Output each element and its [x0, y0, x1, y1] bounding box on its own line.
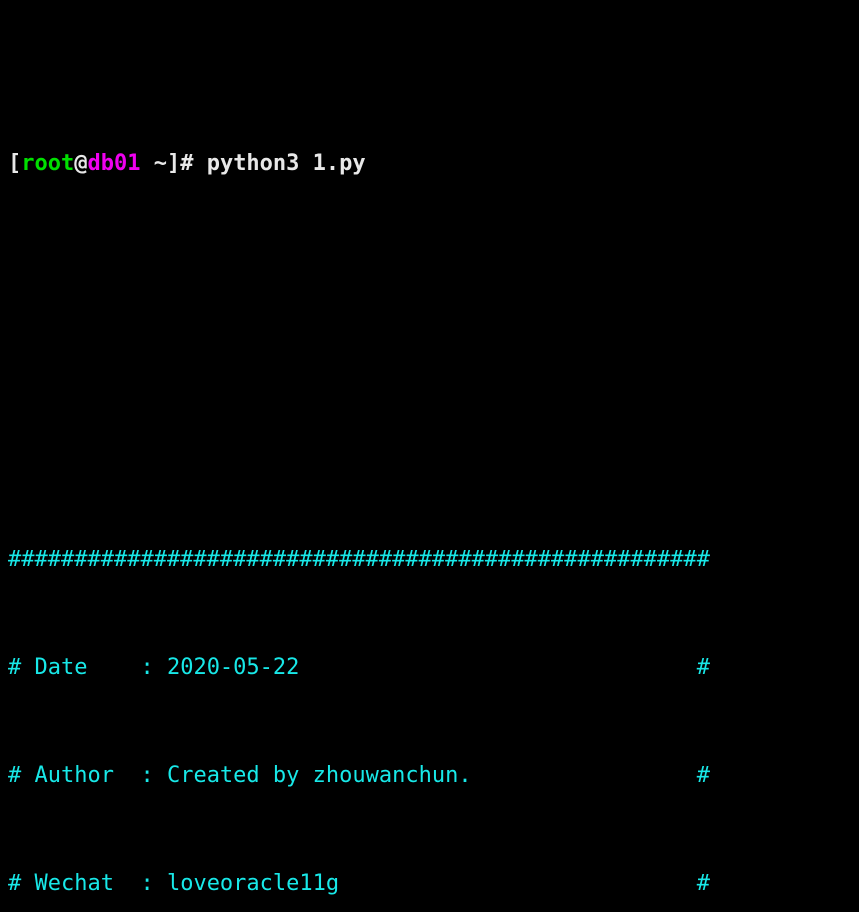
- header-trail-hash-wechat: #: [339, 871, 711, 896]
- terminal-screen: [root@db01 ~]# python3 1.py ############…: [8, 2, 859, 912]
- header-line-author: # Author : Created by zhouwanchun. #: [8, 758, 859, 794]
- header-value-author: Created by zhouwanchun.: [166, 763, 472, 788]
- prompt-user: root: [21, 151, 75, 176]
- header-label-date: # Date :: [8, 655, 167, 680]
- header-value-date: 2020-05-22: [166, 655, 300, 680]
- script-header-block: ########################################…: [8, 470, 859, 912]
- header-trail-hash-date: #: [299, 655, 711, 680]
- terminal-window[interactable]: [root@db01 ~]# python3 1.py ############…: [0, 0, 859, 912]
- header-line-wechat: # Wechat : loveoracle11g #: [8, 866, 859, 902]
- prompt-open-bracket: [: [8, 151, 22, 176]
- header-trail-hash-author: #: [471, 763, 711, 788]
- header-line-date: # Date : 2020-05-22 #: [8, 650, 859, 686]
- prompt-host: db01: [87, 151, 141, 176]
- prompt-at-symbol: @: [74, 151, 88, 176]
- header-rule-top: ########################################…: [8, 547, 710, 572]
- header-value-wechat: loveoracle11g: [166, 871, 340, 896]
- header-label-wechat: # Wechat :: [8, 871, 167, 896]
- command-prompt-line: [root@db01 ~]# python3 1.py: [8, 146, 859, 182]
- prompt-path: ~]#: [140, 151, 194, 176]
- typed-command: python3 1.py: [193, 151, 366, 176]
- header-label-author: # Author :: [8, 763, 167, 788]
